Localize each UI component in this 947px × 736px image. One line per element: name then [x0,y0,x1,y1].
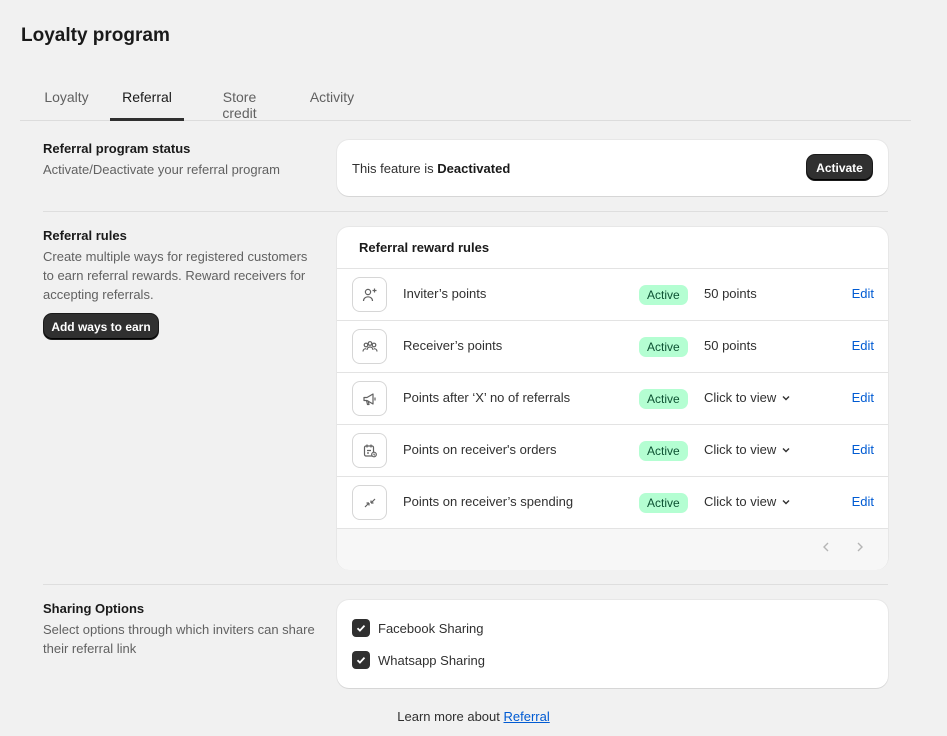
sharing-description: Select options through which inviters ca… [43,622,315,656]
tab-bar: Loyalty Referral Store credit Activity [20,80,911,121]
click-to-view-dropdown[interactable]: Click to view [704,442,791,457]
pagination [337,529,888,570]
chevron-down-icon [782,447,790,452]
status-heading: Referral program status [43,141,191,156]
edit-link[interactable]: Edit [852,494,874,509]
referral-help-link[interactable]: Referral [504,709,550,724]
rule-row: Receiver’s points Active 50 points Edit [337,321,888,373]
facebook-sharing-option[interactable]: Facebook Sharing [352,619,484,637]
edit-link[interactable]: Edit [852,286,874,301]
person-add-icon [352,277,387,312]
rule-name: Inviter’s points [403,286,487,301]
reward-rules-title: Referral reward rules [337,227,888,269]
status-section-info: Referral program status Activate/Deactiv… [43,141,318,179]
tab-referral[interactable]: Referral [110,80,184,121]
rule-name: Receiver’s points [403,338,503,353]
add-ways-to-earn-button[interactable]: Add ways to earn [44,314,158,339]
check-icon [356,624,366,632]
tab-store-credit[interactable]: Store credit [204,80,275,121]
arrows-icon [352,485,387,520]
page-title: Loyalty program [21,25,170,46]
chevron-down-icon [782,499,790,504]
sharing-section-info: Sharing Options Select options through w… [43,601,318,658]
sharing-card: Facebook Sharing Whatsapp Sharing [337,600,888,688]
check-icon [356,656,366,664]
edit-link[interactable]: Edit [852,390,874,405]
whatsapp-sharing-label: Whatsapp Sharing [378,652,485,668]
chevron-left-icon[interactable] [821,541,831,556]
facebook-sharing-checkbox[interactable] [352,619,370,637]
rule-row: Points after ‘X’ no of referrals Active … [337,373,888,425]
rule-name: Points on receiver’s spending [403,494,574,509]
learn-more-footer: Learn more about Referral [397,709,550,724]
rule-row: Inviter’s points Active 50 points Edit [337,269,888,321]
edit-link[interactable]: Edit [852,442,874,457]
activate-button[interactable]: Activate [807,155,872,180]
edit-link[interactable]: Edit [852,338,874,353]
status-badge: Active [639,285,688,305]
rule-name: Points on receiver's orders [403,442,557,457]
whatsapp-sharing-checkbox[interactable] [352,651,370,669]
reward-rules-card: Referral reward rules Inviter’s points A… [337,227,888,570]
chevron-down-icon [782,395,790,400]
tab-loyalty[interactable]: Loyalty [40,80,93,121]
rule-name: Points after ‘X’ no of referrals [403,390,571,405]
section-divider [43,211,888,212]
rule-row: Points on receiver's orders Active Click… [337,425,888,477]
rules-section-info: Referral rules Create multiple ways for … [43,228,318,304]
status-badge: Active [639,389,688,409]
rules-description: Create multiple ways for registered cust… [43,249,308,302]
click-to-view-dropdown[interactable]: Click to view [704,494,791,509]
tab-activity[interactable]: Activity [308,80,356,121]
chevron-right-icon[interactable] [855,541,865,556]
whatsapp-sharing-option[interactable]: Whatsapp Sharing [352,651,485,669]
rules-heading: Referral rules [43,228,127,243]
status-description: Activate/Deactivate your referral progra… [43,162,280,177]
megaphone-icon [352,381,387,416]
status-badge: Active [639,493,688,513]
feature-state: Deactivated [437,161,511,176]
rule-row: Points on receiver’s spending Active Cli… [337,477,888,529]
facebook-sharing-label: Facebook Sharing [378,620,484,636]
status-badge: Active [639,337,688,357]
section-divider [43,584,888,585]
click-to-view-dropdown[interactable]: Click to view [704,390,791,405]
people-icon [352,329,387,364]
rule-value: 50 points [704,286,757,301]
sharing-heading: Sharing Options [43,601,145,616]
order-icon [352,433,387,468]
status-badge: Active [639,441,688,461]
rule-value: 50 points [704,338,757,353]
feature-status-text: This feature is Deactivated [352,161,511,176]
status-card: This feature is Deactivated Activate [337,140,888,196]
